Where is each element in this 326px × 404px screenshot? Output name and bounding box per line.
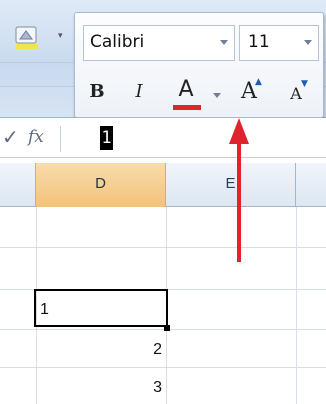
font-color-swatch — [173, 105, 201, 110]
grid-line — [296, 207, 297, 404]
font-name-value: Calibri — [90, 32, 145, 52]
fill-handle[interactable] — [164, 325, 170, 331]
active-cell-d[interactable]: 1 — [34, 289, 168, 327]
mini-toolbar: Calibri 11 B I A A ▲ A ▼ — [74, 12, 324, 118]
italic-button[interactable]: I — [127, 73, 151, 109]
cell-grid[interactable]: 1 2 3 — [0, 207, 326, 404]
font-color-dropdown-icon[interactable] — [213, 93, 221, 98]
caret-up-icon: ▲ — [255, 77, 262, 87]
formula-input[interactable]: 1 — [100, 126, 113, 150]
insert-function-icon[interactable]: fx — [28, 127, 44, 147]
column-header-f[interactable] — [296, 163, 326, 207]
font-color-label: A — [178, 77, 194, 102]
cell-d-row5[interactable]: 2 — [36, 331, 162, 369]
grid-line — [0, 247, 326, 248]
column-header-row: D E — [0, 163, 326, 207]
font-color-button[interactable]: A — [165, 73, 207, 109]
cell-d-row6[interactable]: 3 — [36, 369, 162, 404]
column-header-c[interactable] — [0, 163, 36, 207]
formula-bar-divider — [60, 126, 61, 152]
column-header-d[interactable]: D — [36, 163, 166, 207]
grid-line — [0, 329, 326, 330]
chevron-down-icon[interactable] — [220, 40, 228, 45]
column-header-e[interactable]: E — [166, 163, 296, 207]
formula-bar: ✓ fx 1 — [0, 118, 326, 158]
chevron-down-icon[interactable] — [304, 40, 312, 45]
fill-color-dropdown-icon[interactable]: ▾ — [58, 30, 63, 41]
grow-font-button[interactable]: A ▲ — [233, 73, 265, 109]
caret-down-icon: ▼ — [301, 79, 308, 89]
red-arrow-shaft — [237, 138, 241, 262]
shrink-font-button[interactable]: A ▼ — [281, 73, 311, 109]
fill-color-icon[interactable] — [14, 24, 42, 50]
font-name-combobox[interactable]: Calibri — [83, 25, 235, 61]
font-size-combobox[interactable]: 11 — [239, 25, 319, 61]
font-size-value: 11 — [248, 32, 270, 52]
bold-button[interactable]: B — [85, 73, 109, 109]
check-icon[interactable]: ✓ — [2, 125, 19, 149]
